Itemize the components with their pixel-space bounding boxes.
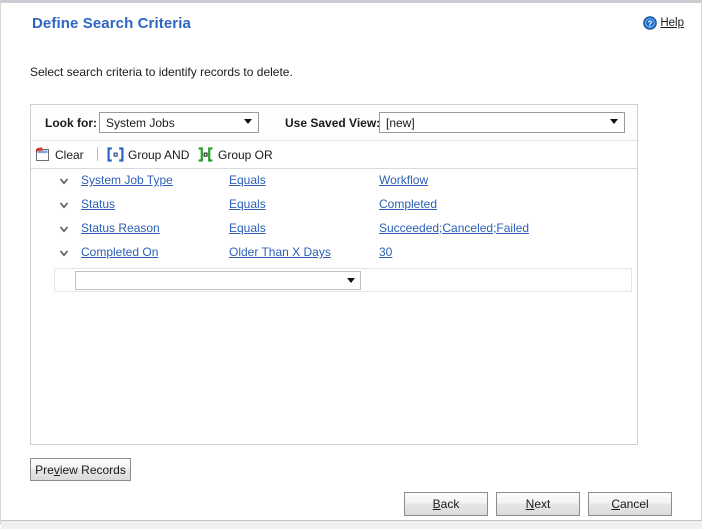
criteria-rows: System Job Type Equals Workflow Status E… (31, 169, 637, 444)
criteria-operator-link[interactable]: Equals (229, 173, 266, 187)
criteria-row: Completed On Older Than X Days 30 (31, 241, 637, 265)
dialog-header: Define Search Criteria ? Help (1, 6, 701, 44)
help-circle-icon: ? (643, 16, 658, 30)
look-for-label: Look for: (45, 116, 97, 130)
look-for-select[interactable]: System Jobs (99, 112, 259, 133)
new-criteria-row (54, 268, 632, 292)
criteria-value-link[interactable]: Completed (379, 197, 437, 211)
define-search-criteria-dialog: Define Search Criteria ? Help Select sea… (0, 0, 702, 529)
criteria-panel: Look for: System Jobs Use Saved View: [n… (30, 104, 638, 445)
clear-filter-icon (34, 146, 51, 163)
chevron-down-icon[interactable] (58, 199, 70, 211)
group-and-button[interactable]: Group AND (107, 145, 189, 164)
svg-text:?: ? (648, 19, 653, 28)
criteria-value-link[interactable]: 30 (379, 245, 392, 259)
chevron-down-icon (610, 119, 618, 124)
criteria-value-link[interactable]: Succeeded;Canceled;Failed (379, 221, 529, 235)
instruction-text: Select search criteria to identify recor… (30, 65, 293, 79)
group-or-brackets-icon (197, 147, 214, 162)
look-for-value: System Jobs (106, 116, 175, 130)
criteria-field-link[interactable]: Status Reason (81, 221, 160, 235)
cancel-label: Cancel (611, 497, 649, 511)
clear-label: Clear (55, 147, 84, 162)
group-and-brackets-icon (107, 147, 124, 162)
next-button[interactable]: Next (496, 492, 580, 516)
clear-button[interactable]: Clear (34, 145, 84, 164)
chevron-down-icon[interactable] (58, 247, 70, 259)
saved-view-value: [new] (386, 116, 415, 130)
chevron-down-icon[interactable] (58, 223, 70, 235)
criteria-field-link[interactable]: Status (81, 197, 115, 211)
criteria-operator-link[interactable]: Older Than X Days (229, 245, 331, 259)
criteria-row: Status Reason Equals Succeeded;Canceled;… (31, 217, 637, 241)
criteria-operator-link[interactable]: Equals (229, 221, 266, 235)
saved-view-label: Use Saved View: (285, 116, 381, 130)
toolbar-divider (97, 147, 98, 161)
help-label: Help (660, 17, 684, 29)
criteria-field-link[interactable]: Completed On (81, 245, 158, 259)
chevron-down-icon (244, 119, 252, 124)
next-label: Next (525, 497, 551, 511)
help-link[interactable]: ? Help (643, 16, 684, 30)
criteria-value-link[interactable]: Workflow (379, 173, 428, 187)
saved-view-select[interactable]: [new] (379, 112, 625, 133)
criteria-row: Status Equals Completed (31, 193, 637, 217)
preview-records-button[interactable]: Preview Records (30, 458, 131, 481)
preview-records-label: Preview Records (35, 462, 126, 477)
group-or-label: Group OR (218, 147, 273, 162)
footer-buttons: Back Next Cancel (1, 492, 702, 518)
back-label: Back (432, 497, 460, 511)
criteria-toolbar: Clear Group AND Group OR (31, 141, 637, 169)
page-title: Define Search Criteria (32, 15, 191, 32)
criteria-field-link[interactable]: System Job Type (81, 173, 173, 187)
new-criteria-select[interactable] (75, 271, 361, 290)
chevron-down-icon[interactable] (58, 175, 70, 187)
group-and-label: Group AND (128, 147, 190, 162)
criteria-row: System Job Type Equals Workflow (31, 169, 637, 193)
criteria-operator-link[interactable]: Equals (229, 197, 266, 211)
cancel-button[interactable]: Cancel (588, 492, 672, 516)
back-button[interactable]: Back (404, 492, 488, 516)
chevron-down-icon (347, 278, 355, 283)
group-or-button[interactable]: Group OR (197, 145, 273, 164)
lookfor-bar: Look for: System Jobs Use Saved View: [n… (31, 105, 637, 141)
